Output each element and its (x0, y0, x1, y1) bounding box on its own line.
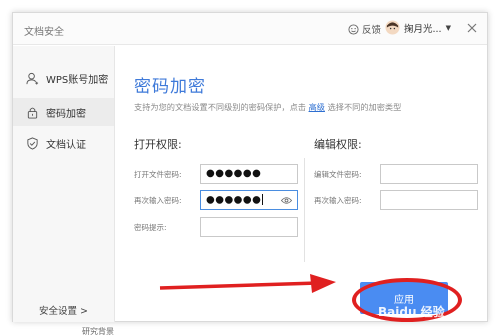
shield-check-icon (27, 136, 38, 150)
sidebar-item-label: 密码加密 (46, 108, 86, 120)
feedback-label: 反馈 (362, 25, 382, 36)
annotation-arrow (159, 274, 336, 293)
user-name: 掬月光... (404, 23, 442, 35)
lock-icon (27, 107, 38, 119)
avatar (385, 20, 400, 35)
description-text-end: 选择不同的加密类型 (327, 102, 402, 112)
chevron-down-icon: ▼ (445, 23, 451, 32)
confirm-password-field[interactable]: ●●●●●● (200, 190, 298, 210)
password-hint-label: 密码提示: (134, 223, 167, 232)
open-password-label: 打开文件密码: (134, 170, 182, 179)
sidebar: WPS账号加密 密码加密 文档认证 安全设置 > (13, 46, 115, 322)
edit-confirm-password-field[interactable] (380, 190, 478, 210)
confirm-password-value: ●●●●●● (206, 194, 262, 206)
section-divider (304, 158, 305, 262)
window-title: 文档安全 (24, 27, 64, 38)
password-hint-field[interactable] (200, 217, 298, 237)
feedback-icon (348, 23, 359, 35)
user-icon (26, 72, 39, 85)
title-bar: 文档安全 反馈 掬月光... ▼ (13, 13, 487, 45)
feedback-button[interactable]: 反馈 (348, 22, 381, 36)
close-icon[interactable] (465, 21, 479, 35)
edit-password-field[interactable] (380, 164, 478, 184)
advanced-link[interactable]: 高级 (309, 102, 325, 112)
open-permission-title: 打开权限: (134, 138, 182, 151)
confirm-password-label: 再次输入密码: (134, 196, 182, 205)
caption-text: 研究背景 (82, 327, 114, 335)
edit-password-label: 编辑文件密码: (314, 170, 362, 179)
description-text: 支持为您的文档设置不同级别的密码保护，点击 (134, 102, 306, 112)
text-cursor (262, 194, 264, 205)
user-menu[interactable]: 掬月光... ▼ (385, 20, 451, 35)
sidebar-item-password-encryption[interactable]: 密码加密 (13, 98, 114, 126)
sidebar-item-wps-account[interactable]: WPS账号加密 (13, 64, 114, 92)
security-settings-link[interactable]: 安全设置 > (39, 303, 88, 317)
sidebar-item-label: 文档认证 (46, 139, 86, 151)
edit-confirm-password-label: 再次输入密码: (314, 196, 362, 205)
sidebar-item-label: WPS账号加密 (46, 74, 109, 86)
description: 支持为您的文档设置不同级别的密码保护，点击 高级 选择不同的加密类型 (134, 101, 401, 113)
eye-icon[interactable] (281, 196, 292, 205)
page-title: 密码加密 (134, 77, 206, 97)
edit-permission-title: 编辑权限: (314, 138, 362, 151)
open-password-field[interactable]: ●●●●●● (200, 164, 298, 184)
sidebar-item-document-certification[interactable]: 文档认证 (13, 129, 114, 157)
watermark: Baidu 经验 (378, 305, 445, 319)
